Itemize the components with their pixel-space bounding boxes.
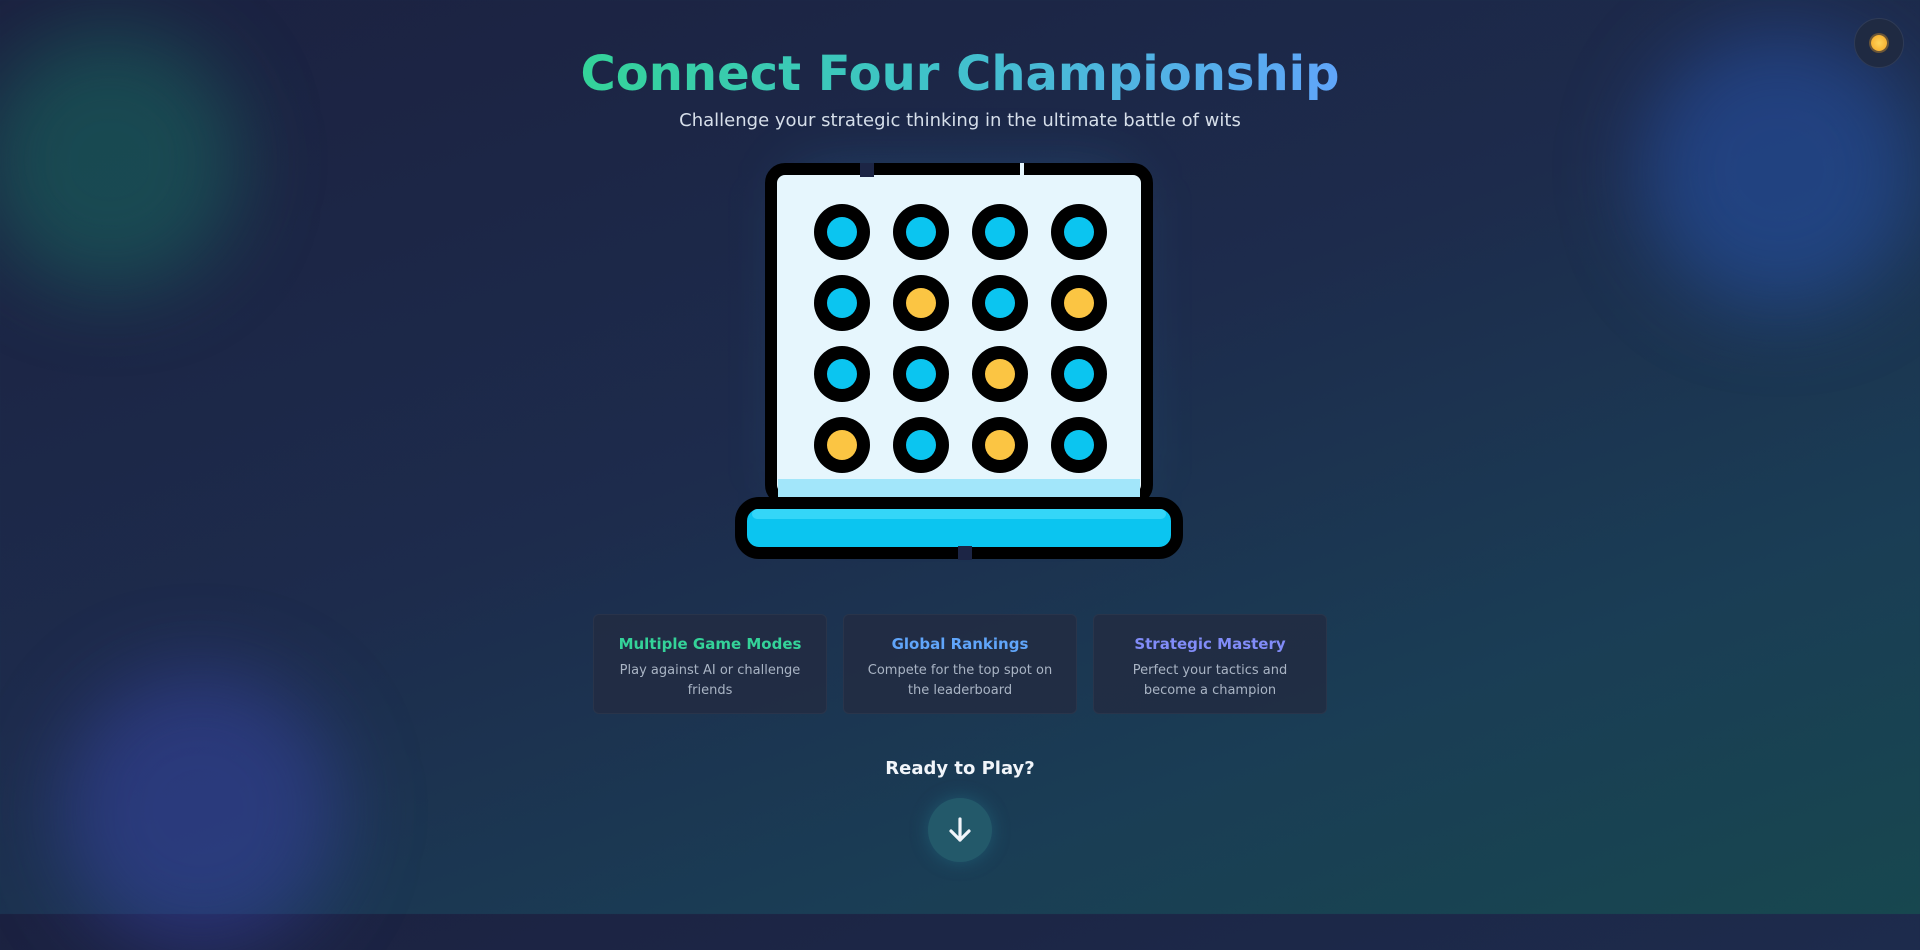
disc-yellow	[906, 288, 936, 318]
feature-card-global-rankings[interactable]: Global Rankings Compete for the top spot…	[843, 614, 1077, 714]
feature-title: Multiple Game Modes	[618, 635, 802, 653]
scroll-down-button[interactable]	[928, 798, 992, 862]
disc-blue	[1064, 217, 1094, 247]
disc-blue	[906, 359, 936, 389]
board-base-highlight	[752, 509, 1166, 519]
feature-card-game-modes[interactable]: Multiple Game Modes Play against AI or c…	[593, 614, 827, 714]
connect-four-illustration	[730, 160, 1190, 580]
disc-yellow	[1064, 288, 1094, 318]
feature-description: Play against AI or challenge friends	[619, 663, 801, 698]
disc-blue	[985, 288, 1015, 318]
ready-to-play-label: Ready to Play?	[885, 758, 1035, 779]
page-title: Connect Four Championship	[580, 46, 1340, 102]
disc-blue	[906, 217, 936, 247]
feature-title: Global Rankings	[891, 635, 1029, 653]
disc-yellow	[985, 430, 1015, 460]
disc-blue	[827, 217, 857, 247]
disc-blue	[1064, 359, 1094, 389]
disc-blue	[906, 430, 936, 460]
disc-blue	[827, 359, 857, 389]
disc-blue	[827, 288, 857, 318]
disc-blue	[1064, 430, 1094, 460]
board-svg	[735, 163, 1183, 560]
feature-card-strategic-mastery[interactable]: Strategic Mastery Perfect your tactics a…	[1093, 614, 1327, 714]
disc-yellow	[827, 430, 857, 460]
disc-yellow	[985, 359, 1015, 389]
feature-cards: Multiple Game Modes Play against AI or c…	[593, 614, 1327, 714]
feature-description: Compete for the top spot on the leaderbo…	[867, 663, 1053, 698]
page-subtitle: Challenge your strategic thinking in the…	[679, 110, 1241, 131]
background-glow	[60, 670, 340, 950]
feature-title: Strategic Mastery	[1134, 635, 1286, 653]
feature-description: Perfect your tactics and become a champi…	[1132, 663, 1288, 698]
disc-blue	[985, 217, 1015, 247]
arrow-down-icon	[949, 817, 971, 842]
